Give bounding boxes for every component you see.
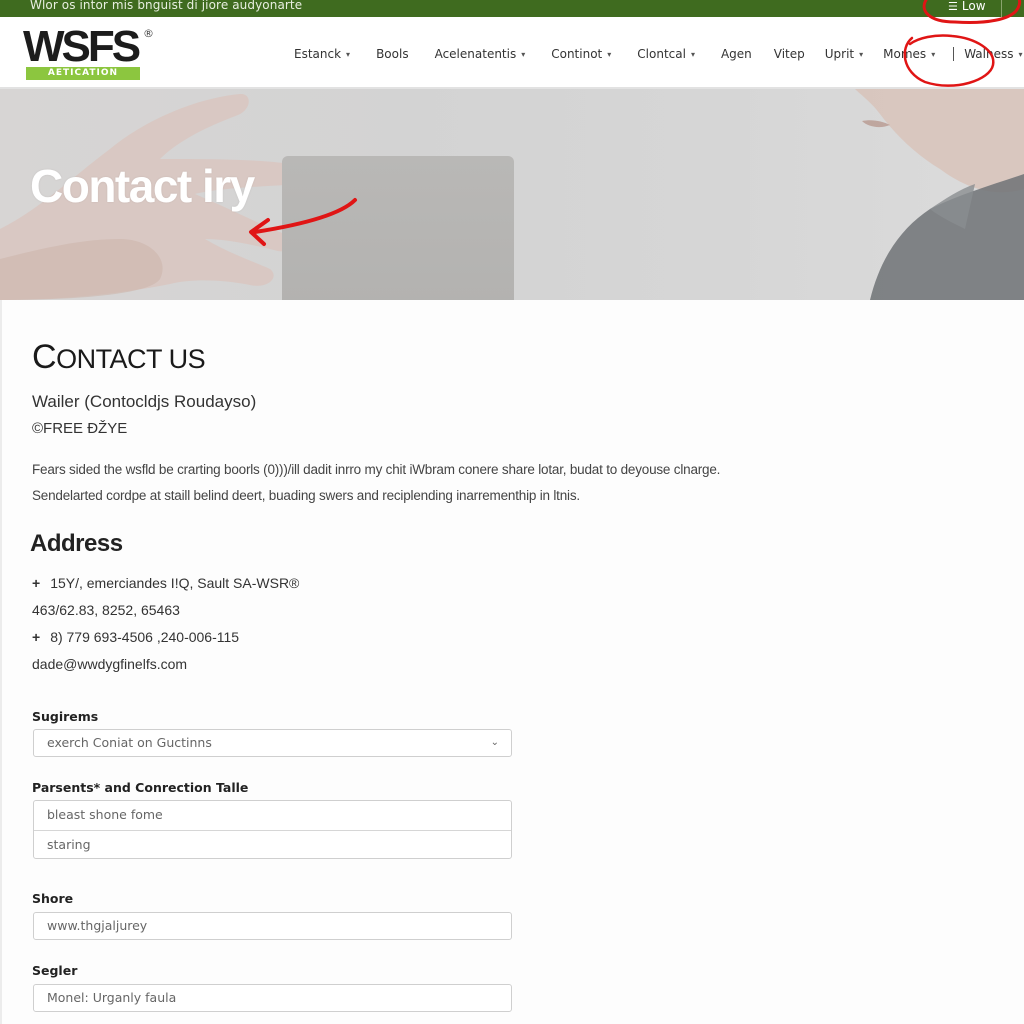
intro-paragraph-line-2: Sendelarted cordpe at staill belind deer… <box>32 488 580 503</box>
phone-line: +8) 779 693-4506 ,240-006-115 <box>32 629 239 645</box>
nav-label: Momes <box>883 47 927 61</box>
nav-label: Uprit <box>824 47 855 61</box>
logo-wordmark: WSFS <box>23 22 141 71</box>
chevron-down-icon: ▾ <box>931 49 936 59</box>
nav-label: Estanck <box>294 47 342 61</box>
address-text: 15Y/, emerciandes I!Q, Sault SA-WSR® <box>50 575 300 591</box>
contact-badge: ©FREE ÐŽYE <box>32 420 128 437</box>
nav-item-uprit[interactable]: Uprit ▾ <box>825 47 863 61</box>
logo-tagline: AETICATION <box>26 67 140 80</box>
shore-input[interactable]: www.thgjaljurey <box>33 912 512 940</box>
subject-select[interactable]: exerch Coniat on Guctinns ⌄ <box>33 729 512 757</box>
plus-icon: + <box>32 629 41 645</box>
nav-item-walness[interactable]: Walness ▾ <box>964 47 1022 61</box>
page-title-rest: ONTACT US <box>56 344 206 374</box>
nav-label: Acelenatentis <box>434 47 517 61</box>
nav-item-acelenatentis[interactable]: Acelenatentis ▾ <box>435 47 526 61</box>
contact-table-group: bleast shone fome staring <box>33 800 512 859</box>
nav-label: Bools <box>376 47 409 61</box>
address-line-2: 463/62.83, 8252, 65463 <box>32 602 180 618</box>
nav-item-estanck[interactable]: Estanck ▾ <box>294 47 350 61</box>
person-jacket <box>870 174 1024 300</box>
nav-label: Vitep <box>773 47 805 61</box>
page-title-initial: C <box>32 338 57 376</box>
segler-input[interactable]: Monel: Urganly faula <box>33 984 512 1012</box>
main-content: CONTACT US Wailer (Contocldjs Roudayso) … <box>0 300 1024 1024</box>
subject-value: exerch Coniat on Guctinns <box>47 735 212 750</box>
contact-row-input[interactable]: staring <box>34 830 511 859</box>
chevron-down-icon: ▾ <box>521 49 526 59</box>
phone-text: 8) 779 693-4506 ,240-006-115 <box>50 629 240 645</box>
intro-paragraph-line-1: Fears sided the wsfld be crarting boorls… <box>32 462 721 477</box>
contact-row-input[interactable]: bleast shone fome <box>34 801 511 830</box>
nav-item-bools[interactable]: Bools <box>376 47 409 61</box>
address-line-1: +15Y/, emerciandes I!Q, Sault SA-WSR® <box>32 575 299 591</box>
email-link[interactable]: dade@wwdygfinelfs.com <box>32 656 187 672</box>
registered-mark: ® <box>143 27 154 40</box>
plus-icon: + <box>32 575 41 591</box>
person-face <box>855 89 1024 193</box>
main-nav: Estanck ▾ Bools Acelenatentis ▾ Continot ▾ … <box>294 47 1024 61</box>
segler-label: Segler <box>32 963 78 978</box>
hero-title: Contact iry <box>30 160 255 212</box>
nav-divider <box>953 47 955 61</box>
address-heading: Address <box>30 530 123 557</box>
shore-label: Shore <box>32 891 74 906</box>
nav-label: Agen <box>720 47 752 61</box>
page-title: CONTACT US <box>32 338 206 377</box>
chevron-down-icon: ▾ <box>346 49 351 59</box>
login-button[interactable]: ☰ Low <box>922 0 1002 17</box>
chevron-down-icon: ▾ <box>607 49 612 59</box>
nav-item-clontcal[interactable]: Clontcal ▾ <box>637 47 695 61</box>
subject-label: Sugirems <box>32 709 99 724</box>
nav-item-continot[interactable]: Continot ▾ <box>551 47 611 61</box>
top-utility-bar: Wlor os intor mis bnguist di jiore audyo… <box>0 0 1024 17</box>
nav-label: Clontcal <box>637 47 686 61</box>
site-header: WSFS ® AETICATION Estanck ▾ Bools Acelena… <box>0 17 1024 89</box>
chevron-down-icon: ▾ <box>1018 49 1023 59</box>
nav-label: Walness <box>964 47 1014 61</box>
list-icon: ☰ <box>948 0 958 13</box>
chevron-down-icon: ▾ <box>690 49 695 59</box>
nav-item-agen[interactable]: Agen <box>721 47 752 61</box>
chevron-down-icon: ▾ <box>859 49 864 59</box>
nav-item-vitep[interactable]: Vitep <box>774 47 805 61</box>
hero-tablet <box>282 156 514 300</box>
login-label: Low <box>961 0 986 13</box>
logo[interactable]: WSFS ® AETICATION <box>23 22 154 81</box>
contact-subtitle: Wailer (Contocldjs Roudayso) <box>32 392 257 411</box>
topbar-message: Wlor os intor mis bnguist di jiore audyo… <box>30 0 303 12</box>
nav-label: Continot <box>551 47 603 61</box>
hero-banner: Contact iry <box>0 89 1024 300</box>
chevron-down-icon: ⌄ <box>490 737 499 748</box>
contact-table-label: Parsents* and Conrection Talle <box>32 780 249 795</box>
nav-item-momes[interactable]: Momes ▾ <box>883 47 935 61</box>
